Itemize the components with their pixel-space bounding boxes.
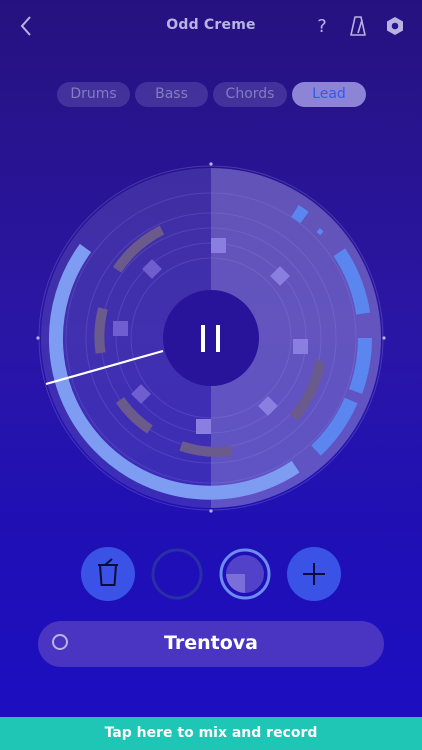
help-button[interactable]: ? <box>308 12 336 40</box>
delete-button[interactable] <box>81 547 135 601</box>
loop-progress-icon <box>219 548 271 600</box>
drum-hit <box>196 419 211 434</box>
tab-bass[interactable]: Bass <box>135 82 208 107</box>
loop-slot-active[interactable] <box>218 547 272 601</box>
add-button[interactable] <box>287 547 341 601</box>
tab-drums[interactable]: Drums <box>57 82 130 107</box>
loop-slot-empty[interactable] <box>150 547 204 601</box>
plus-icon <box>303 563 325 585</box>
preset-name: Trentova <box>164 632 258 654</box>
metronome-icon <box>350 16 366 36</box>
tab-lead[interactable]: Lead <box>292 82 366 107</box>
empty-ring-icon <box>151 548 203 600</box>
metronome-button[interactable] <box>344 12 372 40</box>
tab-chords[interactable]: Chords <box>213 82 287 107</box>
sequencer-wheel[interactable] <box>0 150 422 530</box>
lead-note <box>291 205 309 224</box>
drum-hit <box>211 238 226 253</box>
instrument-tabs: Drums Bass Chords Lead <box>0 82 422 108</box>
chord-note <box>94 307 108 354</box>
question-icon: ? <box>317 15 327 37</box>
preset-selector[interactable]: Trentova <box>38 621 384 667</box>
trash-icon <box>98 558 118 586</box>
chord-note <box>179 441 233 457</box>
settings-button[interactable] <box>381 12 409 40</box>
hexagon-settings-icon <box>387 17 403 35</box>
mix-and-record-banner[interactable]: Tap here to mix and record <box>0 717 422 750</box>
center-hub <box>163 290 259 386</box>
drum-hit <box>293 339 308 354</box>
drum-hit <box>113 321 128 336</box>
top-bar: Odd Creme ? <box>0 0 422 52</box>
loop-controls <box>0 547 422 603</box>
